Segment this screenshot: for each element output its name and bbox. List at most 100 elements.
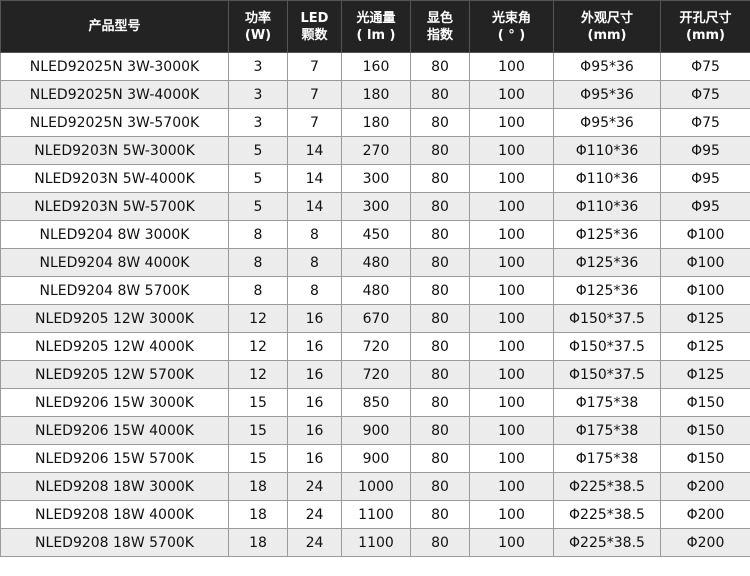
cell-cri: 80 — [410, 248, 470, 277]
table-row: NLED9206 15W 3000K 15 16 850 80 100 Φ175*38 Φ15… — [0, 388, 750, 417]
table-row: NLED9204 8W 3000K 8 8 450 80 100 Φ125*36 Φ100 — [0, 220, 750, 249]
cell-cutout: Φ150 — [660, 444, 750, 473]
table-row: NLED9204 8W 5700K 8 8 480 80 100 Φ125*36 Φ100 — [0, 276, 750, 305]
cell-cutout: Φ125 — [660, 304, 750, 333]
cell-luminous-flux: 1100 — [341, 528, 411, 557]
cell-cri: 80 — [410, 164, 470, 193]
table-row: NLED9205 12W 3000K 12 16 670 80 100 Φ150*37.5 Φ… — [0, 304, 750, 333]
cell-power: 5 — [228, 136, 288, 165]
table-row: NLED92025N 3W-4000K 3 7 180 80 100 Φ95*36 Φ75 — [0, 80, 750, 109]
table-row: NLED9206 15W 4000K 15 16 900 80 100 Φ175*38 Φ15… — [0, 416, 750, 445]
cell-power: 8 — [228, 276, 288, 305]
header-row: 产品型号 功率 (W) LED 颗数 光通量( lm ) 显色 指数 光束角( ° )… — [0, 0, 750, 53]
cell-cri: 80 — [410, 388, 470, 417]
table-row: NLED9206 15W 5700K 15 16 900 80 100 Φ175*38 Φ15… — [0, 444, 750, 473]
cell-power: 18 — [228, 472, 288, 501]
cell-model: NLED9203N 5W-3000K — [0, 136, 229, 165]
cell-beam-angle: 100 — [469, 360, 554, 389]
cell-model: NLED9208 18W 3000K — [0, 472, 229, 501]
cell-cutout: Φ200 — [660, 528, 750, 557]
cell-cutout: Φ125 — [660, 332, 750, 361]
cell-cutout: Φ95 — [660, 136, 750, 165]
cell-power: 15 — [228, 416, 288, 445]
cell-model: NLED9205 12W 3000K — [0, 304, 229, 333]
table-row: NLED92025N 3W-5700K 3 7 180 80 100 Φ95*36 Φ75 — [0, 108, 750, 137]
cell-dimensions: Φ125*36 — [553, 276, 661, 305]
cell-model: NLED9205 12W 4000K — [0, 332, 229, 361]
cell-cri: 80 — [410, 500, 470, 529]
cell-cri: 80 — [410, 52, 470, 81]
table-row: NLED9203N 5W-5700K 5 14 300 80 100 Φ110*36 Φ95 — [0, 192, 750, 221]
cell-cri: 80 — [410, 80, 470, 109]
table-row: NLED9208 18W 3000K 18 24 1000 80 100 Φ225*38.5… — [0, 472, 750, 501]
cell-cri: 80 — [410, 192, 470, 221]
cell-luminous-flux: 850 — [341, 388, 411, 417]
cell-beam-angle: 100 — [469, 528, 554, 557]
cell-dimensions: Φ95*36 — [553, 52, 661, 81]
cell-luminous-flux: 720 — [341, 360, 411, 389]
header-luminous-flux: 光通量( lm ) — [341, 0, 411, 53]
cell-beam-angle: 100 — [469, 220, 554, 249]
cell-led-count: 7 — [287, 80, 342, 109]
cell-model: NLED9203N 5W-4000K — [0, 164, 229, 193]
cell-luminous-flux: 300 — [341, 192, 411, 221]
table-row: NLED9208 18W 5700K 18 24 1100 80 100 Φ225*38.5… — [0, 528, 750, 557]
cell-beam-angle: 100 — [469, 416, 554, 445]
cell-cri: 80 — [410, 220, 470, 249]
cell-luminous-flux: 480 — [341, 248, 411, 277]
cell-led-count: 8 — [287, 276, 342, 305]
cell-cutout: Φ95 — [660, 192, 750, 221]
cell-led-count: 7 — [287, 108, 342, 137]
cell-model: NLED92025N 3W-4000K — [0, 80, 229, 109]
cell-power: 15 — [228, 444, 288, 473]
cell-led-count: 8 — [287, 248, 342, 277]
cell-cutout: Φ125 — [660, 360, 750, 389]
cell-cutout: Φ95 — [660, 164, 750, 193]
cell-led-count: 7 — [287, 52, 342, 81]
cell-beam-angle: 100 — [469, 276, 554, 305]
cell-luminous-flux: 270 — [341, 136, 411, 165]
cell-beam-angle: 100 — [469, 248, 554, 277]
cell-cri: 80 — [410, 136, 470, 165]
cell-dimensions: Φ175*38 — [553, 444, 661, 473]
cell-cri: 80 — [410, 360, 470, 389]
cell-power: 5 — [228, 192, 288, 221]
cell-beam-angle: 100 — [469, 108, 554, 137]
cell-power: 3 — [228, 80, 288, 109]
cell-dimensions: Φ225*38.5 — [553, 528, 661, 557]
cell-cutout: Φ75 — [660, 80, 750, 109]
cell-beam-angle: 100 — [469, 52, 554, 81]
cell-model: NLED9204 8W 4000K — [0, 248, 229, 277]
table-header: 产品型号 功率 (W) LED 颗数 光通量( lm ) 显色 指数 光束角( ° )… — [0, 0, 750, 53]
cell-model: NLED9205 12W 5700K — [0, 360, 229, 389]
cell-led-count: 16 — [287, 332, 342, 361]
header-power: 功率 (W) — [228, 0, 288, 53]
cell-cutout: Φ75 — [660, 52, 750, 81]
cell-cutout: Φ200 — [660, 472, 750, 501]
cell-model: NLED9204 8W 3000K — [0, 220, 229, 249]
cell-model: NLED9204 8W 5700K — [0, 276, 229, 305]
table-row: NLED92025N 3W-3000K 3 7 160 80 100 Φ95*36 Φ75 — [0, 52, 750, 81]
header-cutout: 开孔尺寸 (mm) — [660, 0, 750, 53]
cell-beam-angle: 100 — [469, 500, 554, 529]
cell-power: 12 — [228, 332, 288, 361]
cell-cri: 80 — [410, 304, 470, 333]
cell-led-count: 14 — [287, 192, 342, 221]
cell-dimensions: Φ95*36 — [553, 108, 661, 137]
cell-luminous-flux: 450 — [341, 220, 411, 249]
cell-power: 3 — [228, 108, 288, 137]
cell-power: 8 — [228, 248, 288, 277]
cell-beam-angle: 100 — [469, 164, 554, 193]
cell-beam-angle: 100 — [469, 80, 554, 109]
cell-led-count: 16 — [287, 416, 342, 445]
table-row: NLED9204 8W 4000K 8 8 480 80 100 Φ125*36 Φ100 — [0, 248, 750, 277]
cell-model: NLED9206 15W 5700K — [0, 444, 229, 473]
cell-cutout: Φ200 — [660, 500, 750, 529]
table-row: NLED9203N 5W-4000K 5 14 300 80 100 Φ110*36 Φ95 — [0, 164, 750, 193]
cell-beam-angle: 100 — [469, 332, 554, 361]
cell-model: NLED9208 18W 4000K — [0, 500, 229, 529]
table-row: NLED9203N 5W-3000K 5 14 270 80 100 Φ110*36 Φ95 — [0, 136, 750, 165]
cell-beam-angle: 100 — [469, 388, 554, 417]
cell-model: NLED9206 15W 4000K — [0, 416, 229, 445]
cell-model: NLED92025N 3W-3000K — [0, 52, 229, 81]
